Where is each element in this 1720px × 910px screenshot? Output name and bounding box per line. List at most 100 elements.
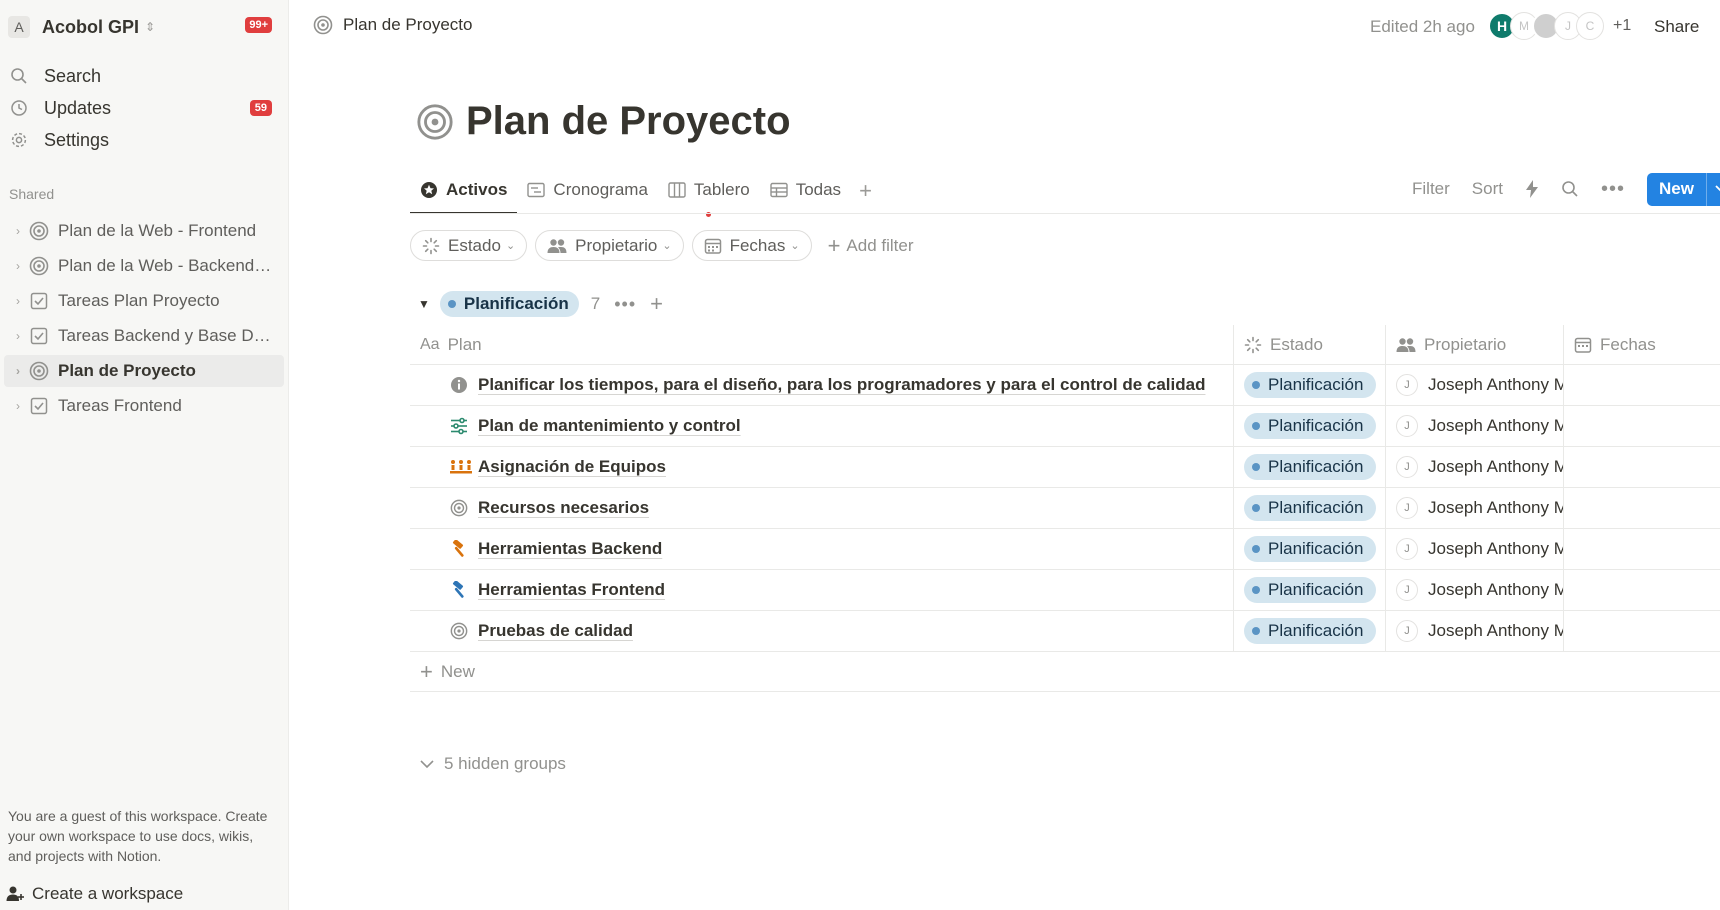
plan-title[interactable]: Planificar los tiempos, para el diseño, … (478, 375, 1205, 395)
tab-activos[interactable]: Activos (410, 170, 518, 214)
estado-cell[interactable]: Planificación (1234, 365, 1386, 405)
tab-tablero[interactable]: Tablero (658, 170, 760, 214)
plan-title[interactable]: Herramientas Backend (478, 539, 662, 559)
fechas-cell[interactable] (1564, 447, 1720, 487)
edited-timestamp[interactable]: Edited 2h ago (1370, 17, 1475, 37)
new-button[interactable]: New (1646, 172, 1720, 206)
search-icon[interactable] (1561, 180, 1579, 198)
owner-cell[interactable]: J Joseph Anthony Machaca (1386, 570, 1564, 610)
estado-cell[interactable]: Planificación (1234, 570, 1386, 610)
column-header-estado[interactable]: Estado (1234, 325, 1386, 364)
owner-cell[interactable]: J Joseph Anthony Machaca (1386, 611, 1564, 651)
sidebar-item-updates[interactable]: Updates 59 (8, 93, 280, 123)
collapse-triangle-icon[interactable]: ▼ (418, 297, 430, 311)
column-header-plan[interactable]: Aa Plan (410, 325, 1234, 364)
fechas-cell[interactable] (1564, 488, 1720, 528)
sidebar-page-item[interactable]: › Plan de la Web - Frontend (4, 215, 284, 247)
plan-title[interactable]: Recursos necesarios (478, 498, 649, 518)
share-button[interactable]: Share (1654, 17, 1699, 37)
owner-cell[interactable]: J Joseph Anthony Machaca (1386, 406, 1564, 446)
column-header-fechas[interactable]: Fechas (1564, 325, 1720, 364)
plan-cell[interactable]: Planificar los tiempos, para el diseño, … (410, 365, 1234, 405)
chevron-down-icon[interactable] (1707, 173, 1720, 206)
sidebar-page-item[interactable]: › Tareas Plan Proyecto (4, 285, 284, 317)
calendar-icon (704, 237, 722, 255)
column-header-propietario[interactable]: Propietario (1386, 325, 1564, 364)
status-dot (1252, 586, 1260, 594)
breadcrumb[interactable]: Plan de Proyecto (313, 15, 472, 35)
estado-cell[interactable]: Planificación (1234, 447, 1386, 487)
sort-button[interactable]: Sort (1472, 179, 1503, 199)
table-row[interactable]: Recursos necesarios Planificación J Josep… (410, 488, 1720, 529)
more-options-icon[interactable]: ••• (1601, 178, 1625, 201)
add-view-button[interactable]: + (851, 170, 880, 212)
view-toolbar: Filter Sort ••• New (1412, 172, 1720, 206)
plan-cell[interactable]: Asignación de Equipos (410, 447, 1234, 487)
owner-cell[interactable]: J Joseph Anthony Machaca (1386, 365, 1564, 405)
table-row[interactable]: Asignación de Equipos Planificación J Jos… (410, 447, 1720, 488)
add-filter-button[interactable]: + Add filter (828, 233, 914, 259)
estado-cell[interactable]: Planificación (1234, 488, 1386, 528)
filter-chip-propietario[interactable]: Propietario ⌄ (535, 230, 684, 261)
hidden-groups-toggle[interactable]: 5 hidden groups (420, 754, 566, 774)
page-title[interactable]: Plan de Proyecto (466, 99, 791, 144)
fechas-cell[interactable] (1564, 365, 1720, 405)
sidebar-page-item-active[interactable]: › Plan de Proyecto (4, 355, 284, 387)
chevron-right-icon[interactable]: › (8, 364, 28, 378)
chevron-right-icon[interactable]: › (8, 399, 28, 413)
table-row[interactable]: Plan de mantenimiento y control Planific… (410, 406, 1720, 447)
tab-cronograma[interactable]: Cronograma (517, 170, 658, 214)
plan-title[interactable]: Pruebas de calidad (478, 621, 633, 641)
table-row[interactable]: Herramientas Backend Planificación J Jose… (410, 529, 1720, 570)
owner-cell[interactable]: J Joseph Anthony Machaca (1386, 529, 1564, 569)
table-row[interactable]: Pruebas de calidad Planificación J Joseph… (410, 611, 1720, 652)
plan-cell[interactable]: Recursos necesarios (410, 488, 1234, 528)
group-count: 7 (590, 294, 601, 313)
sidebar-page-item[interactable]: › Plan de la Web - Backend y Base de Dat… (4, 250, 284, 282)
estado-cell[interactable]: Planificación (1234, 529, 1386, 569)
filter-button[interactable]: Filter (1412, 179, 1450, 199)
plan-cell[interactable]: Pruebas de calidad (410, 611, 1234, 651)
owner-cell[interactable]: J Joseph Anthony Machaca (1386, 447, 1564, 487)
plan-title[interactable]: Asignación de Equipos (478, 457, 666, 477)
estado-cell[interactable]: Planificación (1234, 611, 1386, 651)
filter-chip-estado[interactable]: Estado ⌄ (410, 230, 528, 261)
sidebar-page-item[interactable]: › Tareas Frontend (4, 390, 284, 422)
new-button-label[interactable]: New (1647, 172, 1707, 206)
chevron-right-icon[interactable]: › (8, 294, 28, 308)
plan-cell[interactable]: Herramientas Backend (410, 529, 1234, 569)
collaborator-avatars[interactable]: H M J C (1488, 12, 1604, 40)
target-icon[interactable] (416, 103, 454, 141)
filter-chip-fechas[interactable]: Fechas ⌄ (691, 230, 812, 261)
sidebar-item-settings[interactable]: Settings (8, 125, 280, 155)
tab-todas[interactable]: Todas (760, 170, 851, 214)
plan-cell[interactable]: Plan de mantenimiento y control (410, 406, 1234, 446)
chevron-right-icon[interactable]: › (8, 259, 28, 273)
workspace-switcher[interactable]: A Acobol GPI ⇕ 99+ (8, 14, 280, 40)
sidebar-item-search[interactable]: Search (8, 61, 280, 91)
fechas-cell[interactable] (1564, 406, 1720, 446)
fechas-cell[interactable] (1564, 570, 1720, 610)
table-row[interactable]: Planificar los tiempos, para el diseño, … (410, 365, 1720, 406)
create-workspace-button[interactable]: Create a workspace (4, 880, 183, 908)
plan-cell[interactable]: Herramientas Frontend (410, 570, 1234, 610)
sidebar-page-item[interactable]: › Tareas Backend y Base De Datos (4, 320, 284, 352)
fechas-cell[interactable] (1564, 611, 1720, 651)
more-options-icon[interactable]: ••• (614, 294, 636, 315)
updates-badge: 59 (249, 100, 272, 116)
plan-title[interactable]: Plan de mantenimiento y control (478, 416, 741, 436)
automation-bolt-icon[interactable] (1525, 180, 1539, 198)
sidebar-page-label: Plan de la Web - Backend y Base de Datos (58, 256, 273, 275)
avatar[interactable]: C (1576, 12, 1604, 40)
info-icon (450, 376, 468, 394)
new-row-button[interactable]: + New (410, 652, 1720, 692)
estado-cell[interactable]: Planificación (1234, 406, 1386, 446)
more-collaborators-count[interactable]: +1 (1613, 17, 1631, 35)
chevron-right-icon[interactable]: › (8, 224, 28, 238)
plan-title[interactable]: Herramientas Frontend (478, 580, 665, 600)
table-row[interactable]: Herramientas Frontend Planificación J Jos… (410, 570, 1720, 611)
chevron-right-icon[interactable]: › (8, 329, 28, 343)
owner-cell[interactable]: J Joseph Anthony Machaca (1386, 488, 1564, 528)
fechas-cell[interactable] (1564, 529, 1720, 569)
add-item-icon[interactable]: + (650, 291, 663, 317)
